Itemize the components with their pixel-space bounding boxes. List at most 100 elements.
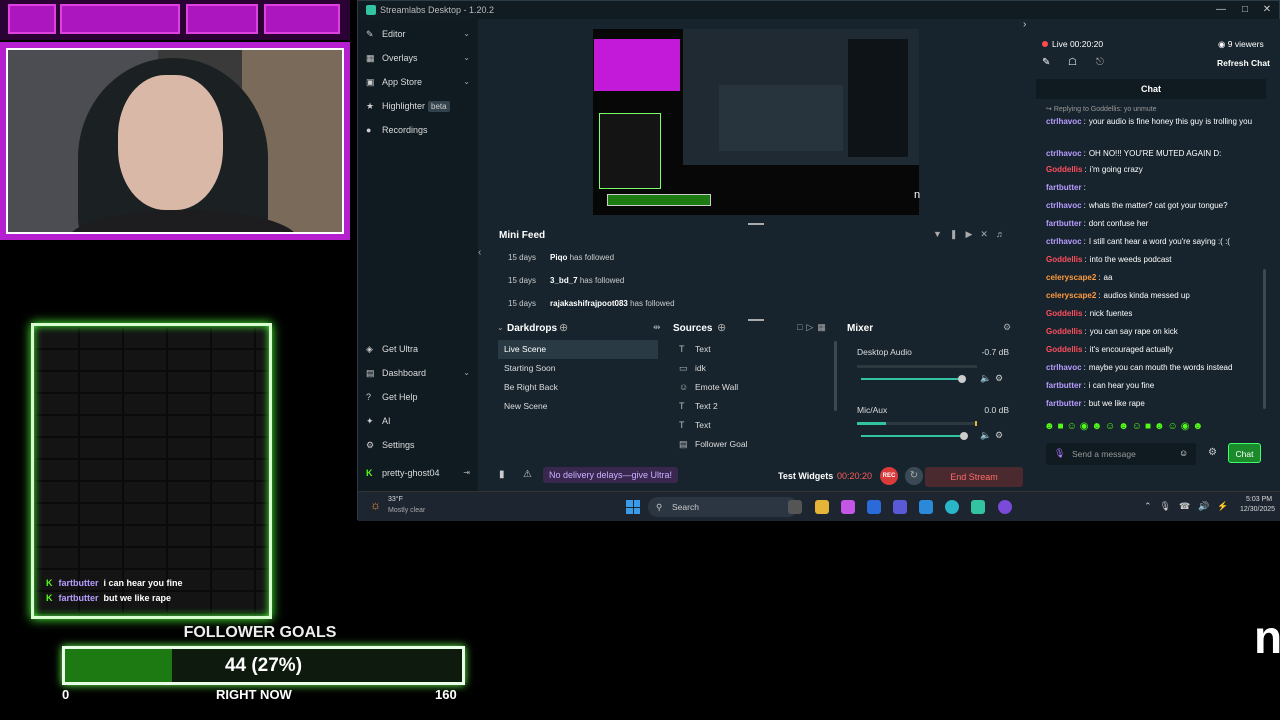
share-icon[interactable]: ⎋ (1096, 57, 1104, 68)
volume-slider[interactable] (861, 435, 965, 437)
sources-scrollbar[interactable] (834, 341, 837, 411)
nav-settings[interactable]: ⚙ Settings (358, 434, 478, 456)
home-icon[interactable]: ☖ (1068, 57, 1077, 68)
stream-preview[interactable]: n (593, 29, 920, 215)
stats-icon[interactable]: ▮ (499, 469, 505, 480)
nav-editor[interactable]: ✎ Editor ⌄ (358, 23, 478, 45)
send-chat-button[interactable]: Chat (1228, 443, 1261, 463)
replay-buffer-icon[interactable]: ↻ (905, 467, 923, 485)
weather-temp[interactable]: 33°F (388, 496, 403, 503)
windows-start-icon[interactable] (626, 500, 640, 514)
alert-icon[interactable]: ⚠ (523, 469, 532, 480)
speaker-icon[interactable]: 🔈 (980, 373, 991, 384)
chat-username[interactable]: ctrlhavoc (1046, 117, 1082, 126)
weather-icon[interactable]: ☼ (370, 498, 381, 512)
source-item[interactable]: T Text 2 (673, 397, 828, 416)
gear-icon[interactable]: ⚙ (1208, 447, 1217, 458)
volume-knob[interactable] (960, 432, 968, 440)
end-stream-button[interactable]: End Stream (925, 467, 1023, 487)
nav-ai[interactable]: ✦ AI (358, 410, 478, 432)
volume-knob[interactable] (958, 375, 966, 383)
chevron-down-icon[interactable]: ⌄ (497, 323, 504, 332)
scene-item[interactable]: Starting Soon (498, 359, 658, 378)
text-source-icon: T (679, 401, 685, 411)
chat-username[interactable]: celeryscape2 (1046, 291, 1096, 300)
chat-scrollbar[interactable] (1263, 269, 1266, 409)
tray-icons[interactable]: ⌃🎙☎🔊⚡ (1144, 501, 1237, 512)
nav-app-store[interactable]: ▣ App Store ⌄ (358, 71, 478, 93)
chat-username[interactable]: celeryscape2 (1046, 273, 1096, 282)
minimize-button[interactable]: — (1211, 1, 1231, 19)
test-widgets-button[interactable]: Test Widgets (778, 471, 833, 481)
scene-transitions-icon[interactable]: ⇹ (653, 322, 661, 333)
refresh-chat-button[interactable]: Refresh Chat (1217, 58, 1270, 68)
weather-desc[interactable]: Mostly clear (388, 507, 425, 514)
source-item[interactable]: T Text (673, 340, 828, 359)
outlook-icon[interactable] (919, 500, 933, 514)
add-source-icon[interactable]: ⊕ (717, 321, 726, 334)
chat-username[interactable]: Goddellis (1046, 255, 1082, 264)
chat-username[interactable]: fartbutter (1046, 399, 1082, 408)
source-item[interactable]: ▭ idk (673, 359, 828, 378)
collapse-left-icon[interactable]: ‹ (478, 247, 481, 258)
chat-username[interactable]: fartbutter (1046, 183, 1082, 192)
record-button[interactable]: REC (880, 467, 898, 485)
source-item[interactable]: ☺ Emote Wall (673, 378, 828, 397)
source-item[interactable]: T Text (673, 416, 828, 435)
chat-message: Goddellis: nick fuentes (1046, 309, 1133, 318)
teams-icon[interactable] (893, 500, 907, 514)
gear-icon[interactable]: ⚙ (995, 373, 1003, 384)
nav-dashboard[interactable]: ▤ Dashboard ⌄ (358, 362, 478, 384)
windows-taskbar: ☼ 33°F Mostly clear ⚲ Search ⌃🎙☎🔊⚡ 5:03 P… (358, 491, 1280, 521)
app-icon[interactable] (867, 500, 881, 514)
nav-highlighter[interactable]: ★ Highlighter beta (358, 95, 478, 117)
chat-username[interactable]: ctrlhavoc (1046, 201, 1082, 210)
emoji-icon[interactable]: ☺ (1179, 448, 1188, 458)
webcam-frame (0, 42, 350, 240)
chat-message-input[interactable]: Send a message (1046, 443, 1196, 465)
edge-icon[interactable] (945, 500, 959, 514)
maximize-button[interactable]: □ (1235, 1, 1255, 19)
nav-get-help[interactable]: ? Get Help (358, 386, 478, 408)
add-scene-icon[interactable]: ⊕ (559, 321, 568, 334)
source-tools-icons[interactable]: □▷▦ (797, 322, 830, 333)
gear-icon[interactable]: ⚙ (995, 430, 1003, 441)
chat-username[interactable]: Goddellis (1046, 327, 1082, 336)
chat-text: i can hear you fine (1088, 381, 1155, 390)
streamlabs-taskbar-icon[interactable] (971, 500, 985, 514)
close-button[interactable]: ✕ (1257, 1, 1277, 19)
scene-item[interactable]: Be Right Back (498, 378, 658, 397)
obs-icon[interactable] (998, 500, 1012, 514)
taskview-icon[interactable] (788, 500, 802, 514)
resize-handle[interactable] (748, 223, 764, 225)
chat-username[interactable]: ctrlhavoc (1046, 149, 1082, 158)
collapse-right-icon[interactable]: › (1023, 19, 1026, 30)
chat-username[interactable]: Goddellis (1046, 165, 1082, 174)
taskbar-search[interactable]: ⚲ Search (648, 497, 798, 517)
copilot-icon[interactable] (841, 500, 855, 514)
goal-title: FOLLOWER GOALS (183, 624, 337, 641)
volume-slider[interactable] (861, 378, 963, 380)
chat-username[interactable]: Goddellis (1046, 345, 1082, 354)
nav-overlays[interactable]: ▦ Overlays ⌄ (358, 47, 478, 69)
file-explorer-icon[interactable] (815, 500, 829, 514)
chat-username[interactable]: fartbutter (1046, 381, 1082, 390)
chat-username[interactable]: ctrlhavoc (1046, 363, 1082, 372)
source-item[interactable]: ▤ Follower Goal (673, 435, 828, 454)
ai-icon: ✦ (366, 416, 374, 426)
chat-username[interactable]: Goddellis (1046, 309, 1082, 318)
nav-get-ultra[interactable]: ◈ Get Ultra (358, 338, 478, 360)
gear-icon[interactable]: ⚙ (1003, 322, 1011, 333)
speaker-icon[interactable]: 🔈 (980, 430, 991, 441)
scene-item[interactable]: Live Scene (498, 340, 658, 359)
emote-row[interactable]: ☻■☺◉☻☺☻☺■☻☺◉☻ (1044, 421, 1206, 432)
mini-feed-controls[interactable]: ▼❚▶✕♬ (933, 229, 1013, 240)
scene-item[interactable]: New Scene (498, 397, 658, 416)
ultra-promo[interactable]: No delivery delays—give Ultra! (543, 467, 679, 483)
nav-recordings[interactable]: ● Recordings (358, 119, 478, 141)
edit-icon[interactable]: ✎ (1042, 57, 1050, 68)
mic-icon[interactable]: 🎙 (1054, 448, 1065, 459)
chat-username[interactable]: ctrlhavoc (1046, 237, 1082, 246)
chat-username[interactable]: fartbutter (1046, 219, 1082, 228)
nav-account[interactable]: Kpretty-ghost04 ⇥ (358, 462, 478, 484)
